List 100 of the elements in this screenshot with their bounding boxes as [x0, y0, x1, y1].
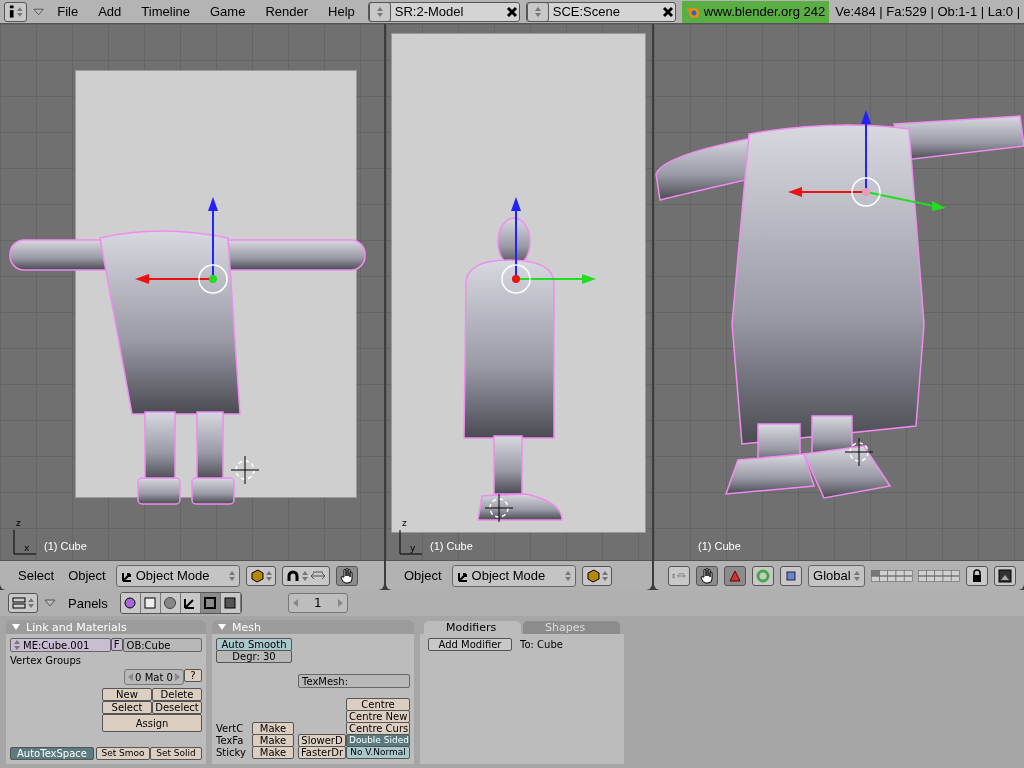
up-down-arrows-icon [265, 570, 272, 581]
up-down-arrows-icon [853, 570, 860, 581]
collapse-triangle-icon[interactable] [33, 7, 45, 16]
make-label: Sticky [216, 746, 246, 758]
rotate-toggle[interactable] [752, 565, 775, 586]
modifier-target-label: To: Cube [520, 639, 563, 650]
hand-icon [700, 567, 715, 584]
manipulator-toggle[interactable] [335, 565, 358, 586]
version-text: www.blender.org 242 [703, 4, 826, 19]
hand-icon [339, 567, 354, 584]
panel-tab[interactable]: Modifiers [424, 621, 521, 634]
vertex-group-button[interactable]: New [102, 688, 152, 701]
3d-viewport[interactable]: (1) Cube [654, 24, 1024, 560]
mode-dropdown[interactable]: Object Mode [451, 564, 576, 587]
window-type-button[interactable] [4, 1, 27, 22]
context-icon [203, 596, 218, 610]
up-down-arrows-icon [376, 6, 383, 17]
add-modifier-button[interactable]: Add Modifier [428, 638, 512, 651]
panel-title: Link and Materials [26, 620, 127, 634]
menu-item[interactable]: Add [91, 4, 129, 19]
draw-type-dropdown[interactable] [581, 565, 612, 586]
3d-cursor-icon [844, 437, 874, 467]
panels-menu[interactable]: Panels [62, 595, 114, 611]
context-icon [223, 596, 238, 610]
menu-item[interactable]: Render [258, 4, 316, 19]
context-icon [123, 596, 138, 610]
scale-toggle[interactable] [780, 565, 803, 586]
help-button[interactable]: ? [184, 669, 202, 682]
up-down-arrows-icon [672, 570, 676, 581]
scene-field[interactable]: SCE:Scene [525, 1, 676, 22]
vertex-group-button[interactable]: Deselect [152, 701, 202, 714]
axis-drawing [399, 529, 423, 555]
ring-icon [756, 568, 771, 583]
header-menu[interactable]: Select [14, 568, 59, 583]
mode-dropdown[interactable]: Object Mode [115, 564, 240, 587]
pivot-icon [285, 568, 300, 583]
3d-cursor-icon [484, 493, 514, 523]
menu-item[interactable]: File [50, 4, 86, 19]
menu-item[interactable]: Help [321, 4, 362, 19]
context-tab[interactable] [120, 593, 141, 613]
degree-field[interactable]: Degr: 30 [216, 650, 292, 663]
double-arrow-icon [309, 569, 326, 582]
tex-mesh-field[interactable]: TexMesh: [298, 674, 410, 688]
mesh-name-field[interactable]: ME:Cube.001 [10, 638, 111, 652]
stacked-panels-icon [12, 596, 26, 610]
translate-toggle[interactable] [724, 565, 747, 586]
collapse-triangle-icon[interactable] [12, 624, 20, 630]
object-label: (1) Cube [44, 540, 87, 552]
axis-drawing [13, 529, 37, 555]
pivot-dropdown[interactable] [281, 565, 330, 586]
axis-label: z [402, 518, 407, 528]
snap-button[interactable] [668, 565, 691, 586]
draw-type-dropdown[interactable] [245, 565, 276, 586]
context-icon [163, 596, 178, 610]
up-down-arrows-icon [17, 6, 23, 17]
3d-viewport[interactable]: z x (1) Cube [0, 24, 384, 560]
menu-item[interactable]: Game [203, 4, 253, 19]
make-label: VertC [216, 722, 244, 734]
3d-cursor-icon [230, 455, 260, 485]
screen-field[interactable]: SR:2-Model [367, 1, 520, 22]
vertex-groups-label: Vertex Groups [10, 655, 81, 666]
object-label: (1) Cube [430, 540, 473, 552]
scene-stats: Ve:484 | Fa:529 | Ob:1-1 | La:0 | [835, 4, 1020, 19]
lock-button[interactable] [966, 565, 988, 586]
close-icon[interactable] [504, 4, 519, 19]
vertex-group-button[interactable]: Delete [152, 688, 202, 701]
set-solid-button[interactable]: Set Solid [150, 747, 202, 760]
context-tab[interactable] [220, 593, 241, 613]
assign-button[interactable]: Assign [102, 714, 202, 732]
info-icon [8, 4, 16, 19]
up-down-arrows-icon [534, 6, 541, 17]
orientation-dropdown[interactable]: Global [808, 564, 865, 587]
header-menu[interactable]: Object [64, 568, 110, 583]
triangle-icon [729, 569, 742, 582]
mesh-option-toggle[interactable]: No V.Normal [346, 746, 410, 759]
close-icon[interactable] [660, 4, 675, 19]
menu-item[interactable]: Timeline [134, 4, 197, 19]
header-menu[interactable]: Object [400, 568, 446, 583]
transform-gizmo-drawing[interactable] [501, 197, 596, 294]
axis-label: x [24, 543, 30, 553]
make-button[interactable]: Make [252, 721, 294, 735]
render-button[interactable] [994, 565, 1016, 586]
context-tab[interactable] [180, 593, 201, 613]
context-tab[interactable] [200, 593, 221, 613]
panel-title: Mesh [232, 620, 261, 634]
transform-gizmo-drawing[interactable] [135, 197, 228, 294]
draw-speed-button[interactable]: FasterDr [298, 746, 346, 759]
collapse-triangle-icon[interactable] [44, 599, 56, 607]
3d-viewport[interactable]: z y (1) Cube [386, 24, 652, 560]
auto-tex-space-toggle[interactable]: AutoTexSpace [10, 747, 94, 760]
vertex-group-button[interactable]: Select [102, 701, 152, 714]
context-tab[interactable] [140, 593, 161, 613]
collapse-triangle-icon[interactable] [218, 624, 226, 630]
set-smooth-button[interactable]: Set Smoo [96, 747, 150, 760]
transform-gizmo-drawing[interactable] [788, 110, 946, 211]
manipulator-toggle[interactable] [696, 565, 719, 586]
up-down-arrows-icon [301, 570, 308, 581]
lock-icon [972, 568, 982, 583]
object-name-field[interactable]: OB:Cube [122, 638, 202, 652]
make-label: TexFa [216, 734, 244, 746]
